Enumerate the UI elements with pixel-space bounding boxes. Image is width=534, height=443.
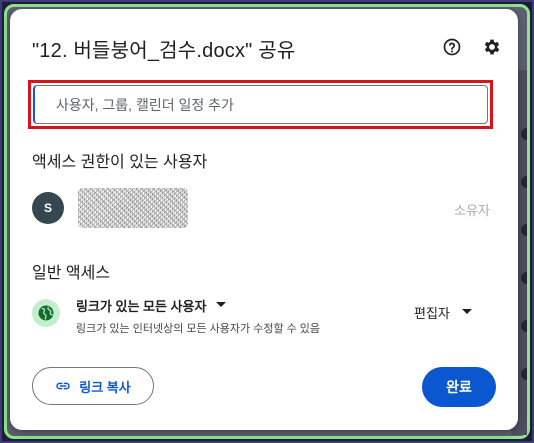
background-marker: [521, 176, 527, 188]
copy-link-button[interactable]: 링크 복사: [32, 367, 154, 405]
owner-role-label: 소유자: [454, 203, 490, 218]
dialog-title: "12. 버들붕어_검수.docx" 공유: [32, 40, 296, 62]
help-button[interactable]: [438, 33, 466, 61]
globe-icon-badge: [32, 299, 60, 327]
share-input-highlight: [28, 80, 493, 129]
general-access-option-label: 링크가 있는 모든 사용자: [76, 298, 207, 314]
settings-button[interactable]: [478, 33, 506, 61]
general-access-row: 링크가 있는 모든 사용자 링크가 있는 인터넷상의 모든 사용자가 수정할 수…: [32, 295, 498, 345]
background-marker: [521, 224, 527, 236]
role-dropdown[interactable]: 편집자: [414, 302, 472, 322]
link-icon: [55, 378, 71, 394]
role-label: 편집자: [414, 305, 450, 321]
background-marker: [521, 368, 527, 380]
background-marker: [521, 128, 527, 140]
share-dialog: "12. 버들붕어_검수.docx" 공유 액세스 권한이 있는 사용자 S 소…: [10, 9, 518, 430]
help-circle-icon: [443, 38, 461, 56]
background-marker: [521, 320, 527, 332]
general-access-dropdown[interactable]: 링크가 있는 모든 사용자: [76, 295, 227, 315]
person-row: S 소유자: [32, 188, 498, 228]
gear-icon: [484, 39, 500, 55]
general-access-description: 링크가 있는 인터넷상의 모든 사용자가 수정할 수 있음: [76, 323, 321, 335]
people-with-access-heading: 액세스 권한이 있는 사용자: [32, 154, 208, 171]
general-access-heading: 일반 액세스: [32, 265, 111, 282]
done-button[interactable]: 완료: [422, 367, 496, 407]
globe-icon: [38, 305, 54, 321]
background-marker: [521, 272, 527, 284]
avatar: S: [32, 192, 64, 224]
copy-link-label: 링크 복사: [79, 379, 131, 395]
dropdown-caret-icon: [216, 302, 227, 307]
redacted-person-info: [78, 188, 188, 228]
dropdown-caret-icon: [461, 309, 472, 314]
add-people-input[interactable]: [33, 85, 488, 124]
